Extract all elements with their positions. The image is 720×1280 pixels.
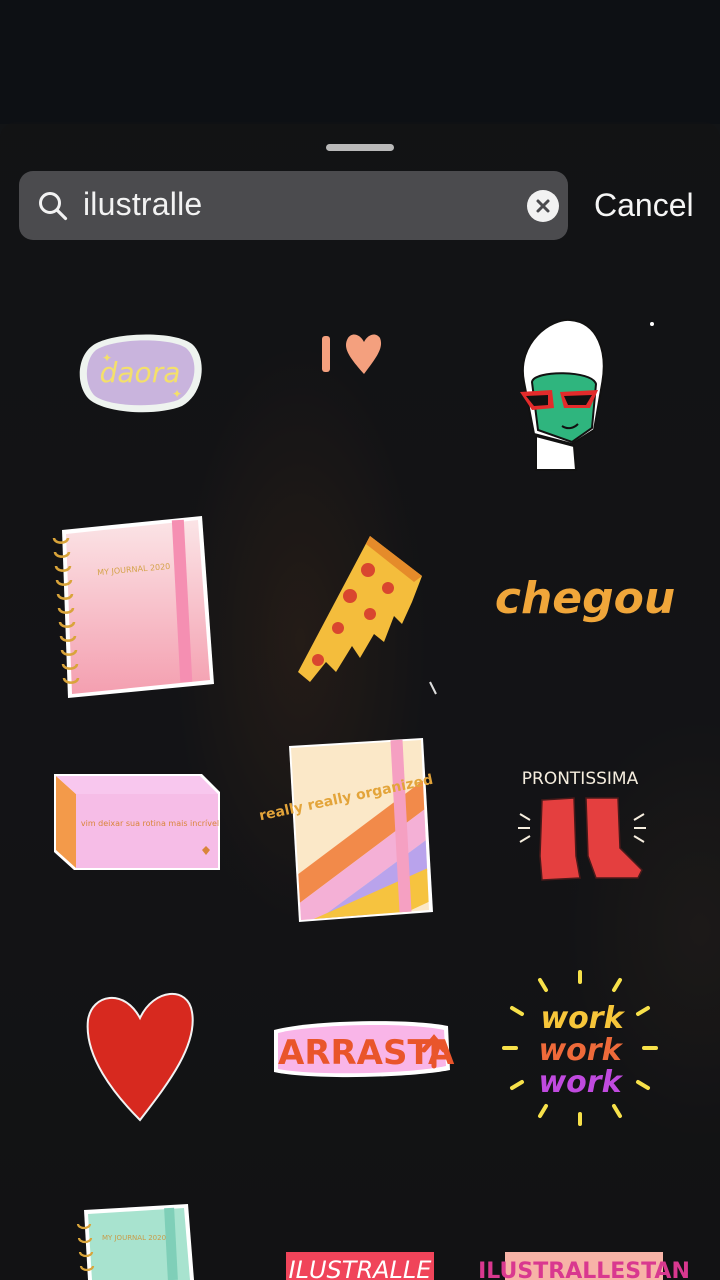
dimmed-story-area[interactable] xyxy=(0,0,720,124)
sticker-label: work xyxy=(538,1065,623,1100)
chegou-sticker[interactable]: chegou xyxy=(495,565,675,637)
my-journal-mint-sticker[interactable]: MY JOURNAL 2020 xyxy=(74,1200,196,1280)
pizza-slice-sticker[interactable] xyxy=(296,532,440,698)
pink-box-sticker[interactable]: vim deixar sua rotina mais incrível xyxy=(52,768,222,872)
prontissima-boots-sticker[interactable]: PRONTISSIMA xyxy=(514,764,650,886)
daora-sticker[interactable]: daora ✦ ✦ xyxy=(78,332,204,413)
sticker-label: ILUSTRALLE xyxy=(289,1256,433,1280)
search-icon xyxy=(38,191,68,221)
cancel-button[interactable]: Cancel xyxy=(594,185,694,225)
my-journal-pink-sticker[interactable]: MY JOURNAL 2020 xyxy=(48,514,216,698)
sticker-label: ILUSTRALLESTAN xyxy=(478,1259,690,1280)
sticker-label: PRONTISSIMA xyxy=(522,769,639,789)
search-bar[interactable]: ilustralle xyxy=(19,171,568,240)
drag-handle[interactable] xyxy=(326,144,394,151)
svg-text:✦: ✦ xyxy=(102,351,112,365)
close-icon xyxy=(536,199,550,213)
ilustralle-sticker[interactable]: ILUSTRALLE xyxy=(284,1250,436,1280)
i-love-sticker[interactable] xyxy=(320,330,384,376)
ilustrallestan-sticker[interactable]: ILUSTRALLESTAN xyxy=(478,1250,690,1280)
sticker-label: chegou xyxy=(495,573,675,624)
sticker-label: ARRASTA xyxy=(278,1033,455,1073)
really-organized-notebook-sticker[interactable]: really really organized xyxy=(258,738,435,922)
sticker-label: work xyxy=(540,1001,625,1036)
sticker-label: MY JOURNAL 2020 xyxy=(102,1234,166,1242)
sticker-label: vim deixar sua rotina mais incrível xyxy=(81,819,219,828)
search-input[interactable]: ilustralle xyxy=(83,171,202,240)
clear-search-button[interactable] xyxy=(527,190,559,222)
arrasta-sticker[interactable]: ARRASTA xyxy=(270,1018,455,1080)
svg-text:✦: ✦ xyxy=(172,387,182,401)
work-work-work-sticker[interactable]: work work work xyxy=(500,968,660,1128)
red-heart-sticker[interactable] xyxy=(84,984,196,1124)
sticker-label: work xyxy=(538,1033,623,1068)
face-mask-woman-sticker[interactable] xyxy=(512,318,657,474)
